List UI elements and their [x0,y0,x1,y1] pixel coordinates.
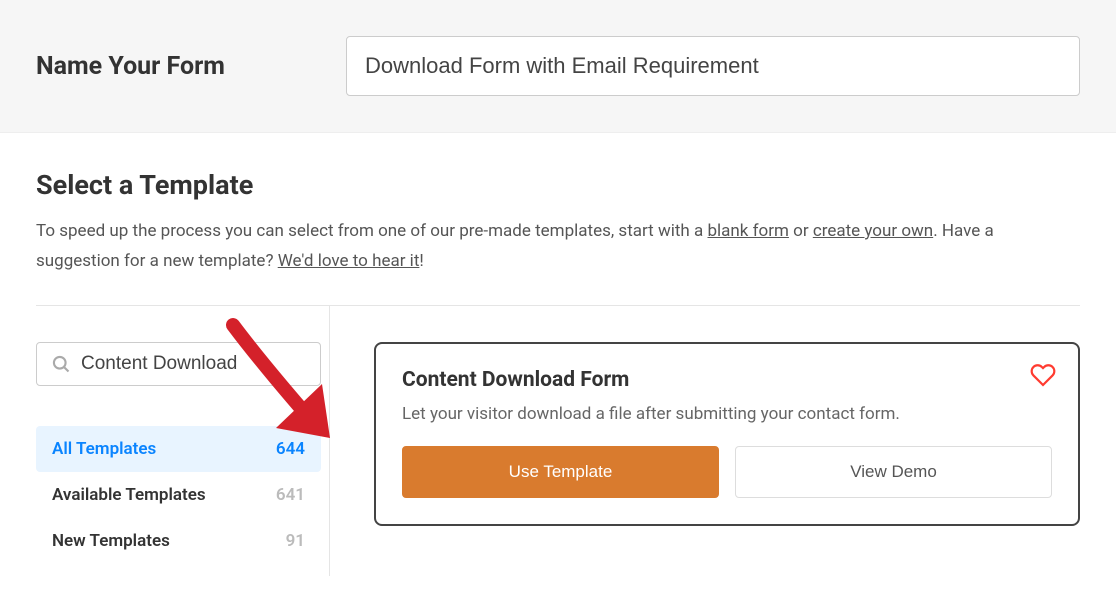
template-card-title: Content Download Form [402,368,1052,392]
desc-text: To speed up the process you can select f… [36,221,707,241]
search-icon [51,354,71,374]
category-label: Available Templates [52,485,206,505]
category-count: 641 [276,485,305,505]
content-area: Select a Template To speed up the proces… [0,133,1116,576]
category-count: 91 [286,531,305,551]
form-name-input[interactable] [346,36,1080,96]
category-label: New Templates [52,531,170,551]
template-main-panel: Content Download Form Let your visitor d… [330,306,1080,576]
category-available-templates[interactable]: Available Templates 641 [36,472,321,518]
template-area: All Templates 644 Available Templates 64… [36,306,1080,576]
name-your-form-label: Name Your Form [36,52,316,81]
template-search-input[interactable] [81,353,306,375]
view-demo-button[interactable]: View Demo [735,446,1052,498]
use-template-button[interactable]: Use Template [402,446,719,498]
category-count: 644 [276,439,305,459]
desc-text: ! [419,251,423,271]
feedback-link[interactable]: We'd love to hear it [278,251,420,271]
select-template-title: Select a Template [36,169,1080,201]
template-sidebar: All Templates 644 Available Templates 64… [36,306,330,576]
template-card-description: Let your visitor download a file after s… [402,404,1052,424]
desc-text: or [789,221,813,241]
select-template-description: To speed up the process you can select f… [36,217,1080,277]
category-all-templates[interactable]: All Templates 644 [36,426,321,472]
template-card: Content Download Form Let your visitor d… [374,342,1080,526]
category-label: All Templates [52,439,156,459]
card-button-row: Use Template View Demo [402,446,1052,498]
category-list: All Templates 644 Available Templates 64… [36,426,329,564]
blank-form-link[interactable]: blank form [707,221,788,241]
favorite-heart-icon[interactable] [1030,362,1056,392]
search-wrapper[interactable] [36,342,321,386]
category-new-templates[interactable]: New Templates 91 [36,518,321,564]
create-your-own-link[interactable]: create your own [813,221,933,241]
header-bar: Name Your Form [0,0,1116,133]
